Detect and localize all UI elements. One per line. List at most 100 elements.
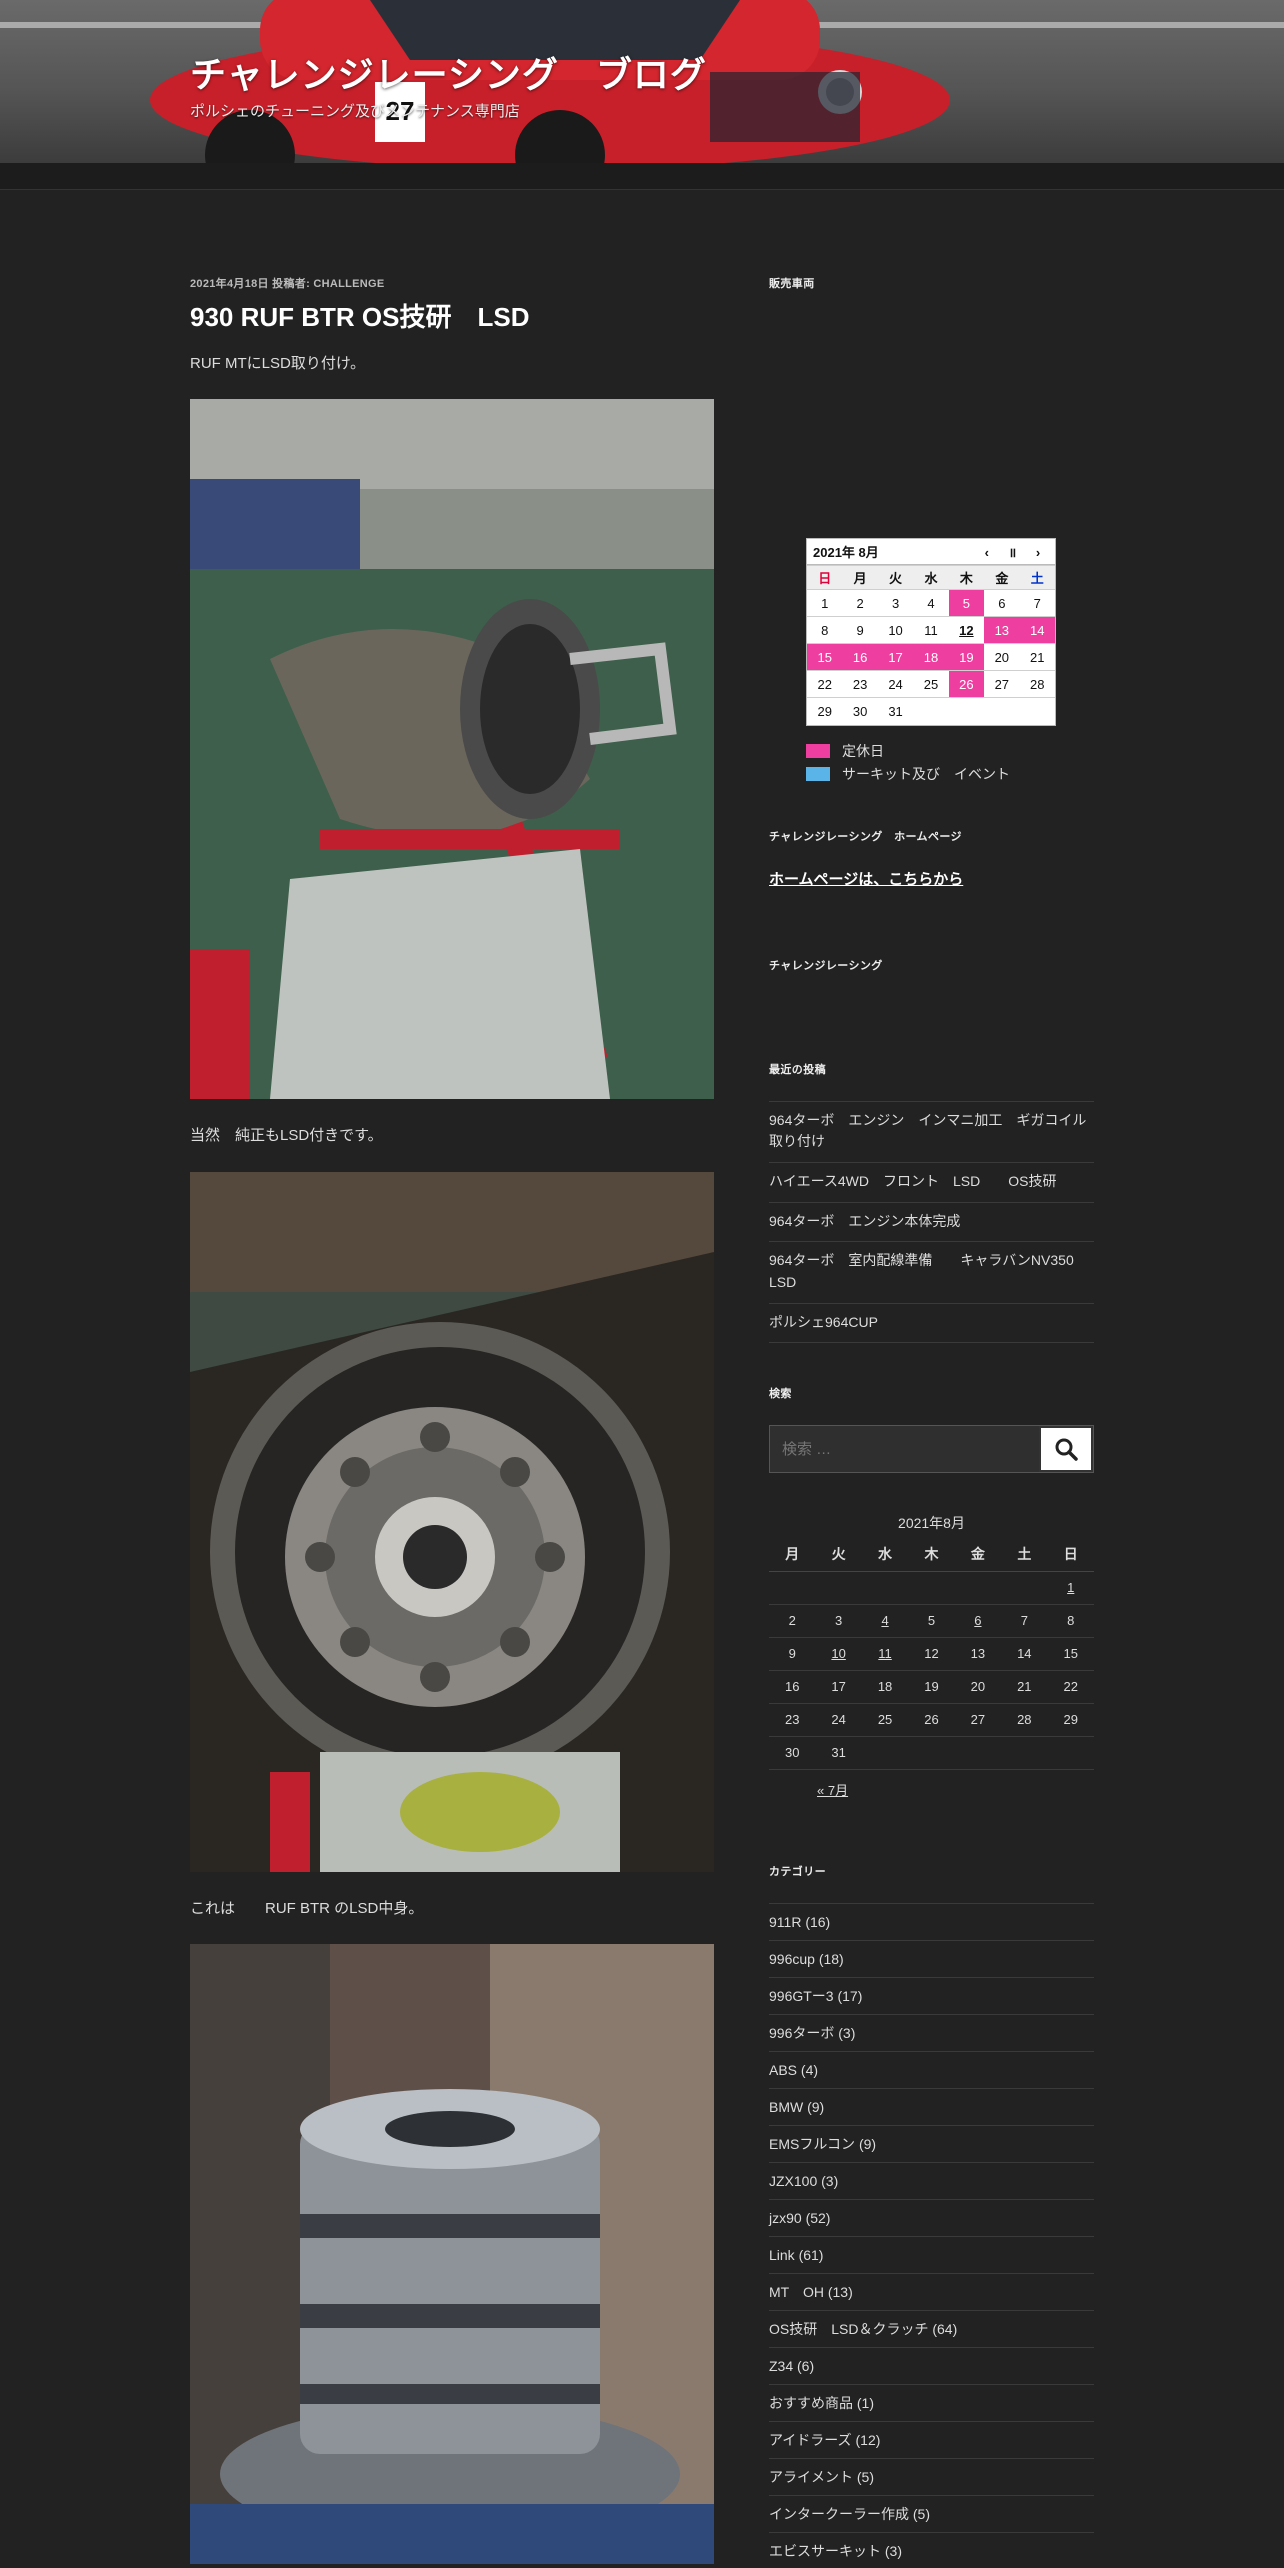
wp-calendar-prev-link[interactable]: « 7月 (769, 1780, 1094, 1799)
wp-weekday: 土 (1001, 1537, 1048, 1572)
category-link[interactable]: インタークーラー作成 (5) (769, 2496, 1094, 2533)
business-weekday: 火 (877, 565, 914, 590)
wp-day (954, 1571, 1002, 1605)
wp-day: 20 (954, 1670, 1002, 1704)
business-day: 7 (1019, 589, 1055, 617)
legend-event: サーキット及び イベント (806, 763, 1094, 786)
wp-day: 26 (908, 1703, 955, 1737)
category-link[interactable]: ABS (4) (769, 2052, 1094, 2089)
wp-day: 29 (1047, 1703, 1094, 1737)
wp-day (1001, 1736, 1048, 1770)
wp-day (861, 1736, 909, 1770)
business-day: 2 (842, 589, 878, 617)
business-day: 4 (913, 589, 949, 617)
business-day: 21 (1019, 643, 1055, 671)
business-weekday: 金 (984, 565, 1020, 590)
recent-post-link[interactable]: ハイエース4WD フロント LSD OS技研 (769, 1163, 1094, 1203)
business-day: 29 (807, 697, 843, 725)
business-day: 17 (877, 643, 914, 671)
wp-day[interactable]: 10 (815, 1637, 862, 1671)
business-day: 9 (842, 616, 878, 644)
business-day: 26 (948, 670, 985, 698)
event-swatch (806, 767, 830, 781)
category-link[interactable]: 911R (16) (769, 1904, 1094, 1941)
widget-title-challenge: チャレンジレーシング (769, 959, 883, 972)
category-link[interactable]: OS技研 LSD＆クラッチ (64) (769, 2311, 1094, 2348)
wp-weekday: 月 (769, 1537, 816, 1572)
recent-post-link[interactable]: 964ターボ エンジン本体完成 (769, 1203, 1094, 1243)
wp-day (908, 1736, 955, 1770)
entry-meta[interactable]: 2021年4月18日 投稿者: CHALLENGE (190, 275, 714, 291)
next-month-icon[interactable]: › (1027, 545, 1049, 560)
wp-day: 23 (769, 1703, 816, 1737)
category-link[interactable]: 996GTー3 (17) (769, 1978, 1094, 2015)
category-link[interactable]: おすすめ商品 (1) (769, 2385, 1094, 2422)
business-day: 22 (807, 670, 843, 698)
category-link[interactable]: Z34 (6) (769, 2348, 1094, 2385)
category-link[interactable]: jzx90 (52) (769, 2200, 1094, 2237)
recent-post-link[interactable]: ポルシェ964CUP (769, 1304, 1094, 1344)
wp-day (769, 1571, 816, 1605)
wp-day[interactable]: 1 (1047, 1571, 1094, 1605)
paragraph-2: 当然 純正もLSD付きです。 (190, 1127, 383, 1145)
wp-day[interactable]: 11 (861, 1637, 909, 1671)
business-weekday: 水 (913, 565, 949, 590)
wp-calendar: 2021年8月 月火水木金土日 1 2 3 4 5 6 7 8 9 10 11 12 13 14 15 16 1… (769, 1513, 1094, 1799)
search-input[interactable] (770, 1426, 1039, 1473)
business-day: 25 (913, 670, 949, 698)
recent-post-link[interactable]: 964ターボ エンジン インマニ加工 ギガコイル取り付け (769, 1102, 1094, 1163)
wp-day (1047, 1736, 1094, 1770)
wp-calendar-caption: 2021年8月 (898, 1515, 965, 1532)
prev-month-icon[interactable]: ‹ (976, 545, 998, 560)
holiday-swatch (806, 744, 830, 758)
search-form (769, 1425, 1094, 1474)
wp-day (861, 1571, 909, 1605)
category-link[interactable]: 996cup (18) (769, 1941, 1094, 1978)
business-day: 16 (842, 643, 878, 671)
recent-posts-list: 964ターボ エンジン インマニ加工 ギガコイル取り付け ハイエース4WD フロン… (769, 1100, 1094, 1344)
wp-weekday: 火 (815, 1537, 862, 1572)
category-link[interactable]: JZX100 (3) (769, 2163, 1094, 2200)
business-day: 30 (842, 697, 878, 725)
homepage-link[interactable]: ホームページは、こちらから (769, 871, 963, 888)
widget-title-homepage: チャレンジレーシング ホームページ (769, 830, 962, 843)
business-day: 19 (948, 643, 985, 671)
business-day: 6 (984, 589, 1020, 617)
search-button[interactable] (1039, 1426, 1093, 1473)
category-link[interactable]: エビスサーキット (3) (769, 2533, 1094, 2568)
wp-weekday: 水 (861, 1537, 909, 1572)
business-day: 11 (913, 616, 949, 644)
category-link[interactable]: アイドラーズ (12) (769, 2422, 1094, 2459)
wp-day: 19 (908, 1670, 955, 1704)
transmission-photo[interactable] (190, 399, 714, 1100)
wp-day: 30 (769, 1736, 816, 1770)
business-day: 15 (807, 643, 843, 671)
main-content: 2021年4月18日 投稿者: CHALLENGE 930 RUF BTR OS… (190, 275, 714, 2565)
business-day: 12 (948, 616, 985, 644)
wp-day[interactable]: 4 (861, 1604, 909, 1638)
category-link[interactable]: BMW (9) (769, 2089, 1094, 2126)
category-link[interactable]: EMSフルコン (9) (769, 2126, 1094, 2163)
nav-strip (0, 163, 1284, 190)
category-link[interactable]: MT OH (13) (769, 2274, 1094, 2311)
wp-day (1001, 1571, 1048, 1605)
business-weekday: 土 (1019, 565, 1055, 590)
wp-day: 31 (815, 1736, 862, 1770)
pause-icon[interactable]: ॥ (1001, 543, 1023, 561)
entry-title[interactable]: 930 RUF BTR OS技研 LSD (190, 301, 714, 335)
business-day: 24 (877, 670, 914, 698)
category-link[interactable]: Link (61) (769, 2237, 1094, 2274)
business-day (984, 697, 1020, 725)
category-link[interactable]: アライメント (5) (769, 2459, 1094, 2496)
site-title[interactable]: チャレンジレーシング ブログ (190, 46, 707, 98)
business-calendar: 2021年 8月 ‹ ॥ › 日月火水木金土 1 2 3 4 5 6 7 8 9 10 11 12 13… (806, 538, 1056, 726)
recent-post-link[interactable]: 964ターボ 室内配線準備 キャラバンNV350 LSD (769, 1242, 1094, 1304)
wp-day[interactable]: 6 (954, 1604, 1002, 1638)
business-day: 20 (984, 643, 1020, 671)
calendar-legend: 定休日 サーキット及び イベント (806, 740, 1094, 786)
legend-holiday-label: 定休日 (842, 743, 884, 759)
business-day (1019, 697, 1055, 725)
category-link[interactable]: 996ターボ (3) (769, 2015, 1094, 2052)
gearbox-housing-photo[interactable] (190, 1171, 714, 1872)
lsd-internals-photo[interactable] (190, 1944, 714, 2565)
